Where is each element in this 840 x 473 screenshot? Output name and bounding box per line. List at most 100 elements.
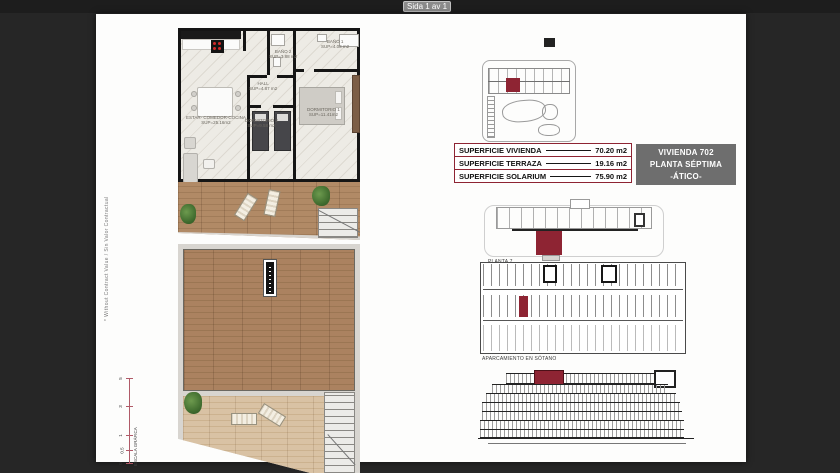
scale-line	[129, 378, 130, 464]
table-row: SUPERFICIE VIVIENDA 70.20 m2	[454, 143, 632, 157]
burner	[218, 47, 221, 50]
floor-core	[570, 199, 590, 209]
ground-line	[478, 438, 694, 439]
shower	[271, 34, 285, 46]
scale-tick-label: 0.5	[120, 447, 125, 453]
floor-band	[492, 384, 668, 393]
row-label: SUPERFICIE VIVIENDA	[459, 146, 542, 155]
graphic-scale-bar: 5 3 1 0.5 0 ESCALA GRÁFICA	[120, 374, 146, 468]
parking-plan	[480, 262, 686, 354]
basement-line	[488, 443, 686, 444]
terrace-stairs	[318, 208, 358, 238]
row-value: 19.16 m2	[595, 159, 627, 168]
pillow	[277, 114, 288, 121]
wall	[273, 105, 293, 108]
wall	[247, 105, 261, 108]
scale-caption: ESCALA GRÁFICA	[133, 408, 143, 466]
burner	[213, 47, 216, 50]
pool-outline	[538, 124, 560, 136]
stair-diagonal	[327, 434, 355, 465]
surface-summary-table: SUPERFICIE VIVIENDA 70.20 m2 SUPERFICIE …	[454, 144, 632, 183]
wall	[247, 75, 267, 78]
chair	[191, 105, 197, 111]
skylight-grille	[269, 264, 271, 292]
lounge-chair	[234, 193, 258, 221]
chair	[235, 105, 241, 111]
wall	[314, 69, 360, 72]
scale-tick-label: 0	[118, 462, 123, 465]
stair-diagonal	[318, 209, 365, 235]
kitchen-counter	[181, 31, 241, 39]
pillow	[335, 91, 342, 104]
floor-band	[480, 429, 684, 438]
wall	[277, 75, 293, 78]
highlighted-unit	[536, 231, 562, 255]
parking-label: APARCAMIENTO EN SÓTANO	[482, 356, 556, 362]
room-label-bano1: BAÑO 1 SUP=4.03 m2	[321, 39, 349, 50]
room-label-dormitorio2: DORMITORIO 2 SUP=9.58 m2	[245, 118, 278, 129]
row-value: 70.20 m2	[595, 146, 627, 155]
plant	[312, 186, 330, 206]
wall	[243, 31, 246, 51]
kitchen-island	[197, 87, 233, 117]
aisle-line	[483, 320, 683, 321]
chair	[235, 91, 241, 97]
row-label: SUPERFICIE TERRAZA	[459, 159, 542, 168]
unit-type: -ÁTICO-	[670, 171, 702, 183]
coffee-table	[203, 159, 215, 169]
scale-tick	[126, 463, 133, 464]
burner	[218, 42, 221, 45]
lounge-chair	[231, 413, 257, 425]
solarium-stairs	[324, 392, 355, 473]
unit-terrace-tab	[542, 255, 560, 261]
building-elevation	[478, 370, 694, 454]
keyplan-ramp	[487, 96, 495, 138]
unit-identity-box: VIVIENDA 702 PLANTA SÉPTIMA -ÁTICO-	[636, 144, 736, 185]
footprint-axis	[488, 81, 570, 82]
pool-outline	[542, 104, 558, 120]
wall	[296, 69, 304, 72]
highlighted-parking-space	[519, 296, 528, 317]
bed-single	[252, 111, 269, 151]
plant	[180, 204, 196, 224]
stair-core	[634, 213, 645, 227]
scale-tick-label: 3	[118, 405, 123, 408]
room-label-estar: ESTAR- COMEDOR-COCINA SUP=25.16m2	[186, 115, 246, 126]
leader-line	[550, 176, 591, 177]
unit-floor: PLANTA SÉPTIMA	[650, 159, 722, 171]
table-row: SUPERFICIE SOLARIUM 75.90 m2	[454, 169, 632, 183]
terrace-plan	[178, 182, 360, 240]
solarium-plan	[178, 244, 360, 473]
scale-tick	[126, 435, 133, 436]
floor-facade-line	[512, 229, 638, 231]
highlighted-unit	[506, 78, 520, 92]
floor-band	[480, 420, 684, 429]
parking-stalls	[483, 264, 681, 286]
parking-stalls	[483, 295, 681, 317]
site-key-plan	[480, 38, 580, 144]
leader-line	[546, 163, 591, 164]
room-label-dormitorio1: DORMITORIO 1 SUP=11.41m2	[307, 107, 340, 118]
utility-core	[601, 265, 617, 283]
scale-tick-label: 5	[118, 377, 123, 380]
row-value: 75.90 m2	[595, 172, 627, 181]
chair	[191, 91, 197, 97]
page-indicator-badge: Sida 1 av 1	[403, 1, 451, 12]
plant	[184, 392, 202, 414]
highlighted-unit	[534, 370, 564, 385]
apartment-floor-plan: ESTAR- COMEDOR-COCINA SUP=25.16m2 HALL S…	[178, 28, 360, 182]
bed-single	[274, 111, 291, 151]
utility-core	[543, 265, 557, 283]
leader-line	[546, 150, 592, 151]
aisle-line	[483, 289, 683, 290]
document-page: * Without Contract Value / Sin Valor Con…	[96, 14, 746, 462]
burner	[213, 42, 216, 45]
unit-name: VIVIENDA 702	[658, 147, 713, 159]
scale-tick	[126, 450, 133, 451]
sofa	[183, 153, 198, 183]
floor-band	[482, 402, 680, 411]
cooktop	[211, 40, 224, 53]
scale-tick	[126, 406, 133, 407]
table-row: SUPERFICIE TERRAZA 19.16 m2	[454, 156, 632, 170]
armchair	[184, 137, 196, 149]
